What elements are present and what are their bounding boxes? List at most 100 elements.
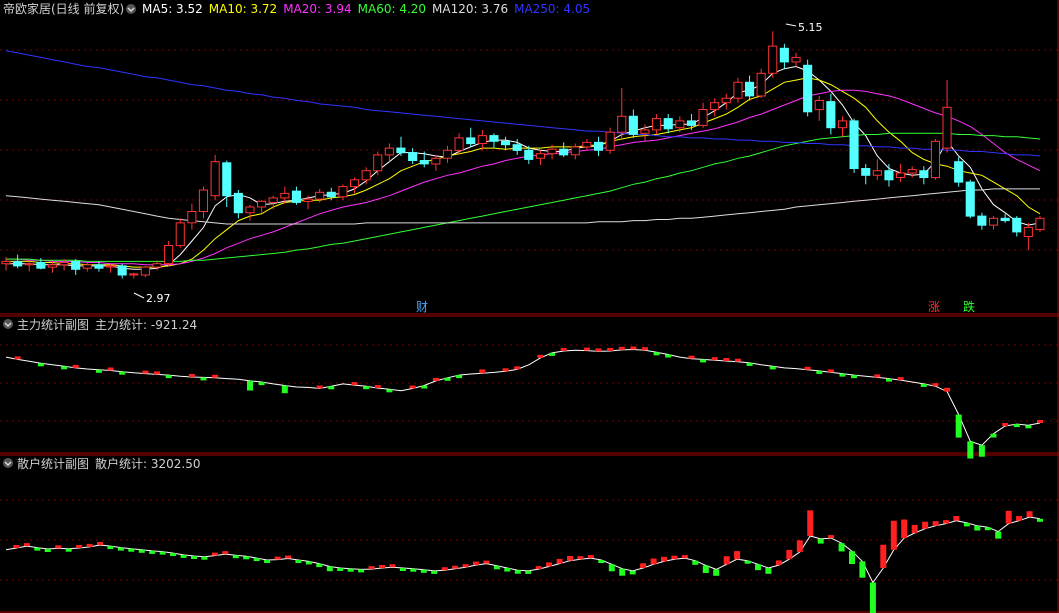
candle[interactable] [954, 157, 964, 187]
candle[interactable] [745, 75, 755, 101]
candle[interactable] [977, 212, 987, 230]
main-force-bar [61, 366, 68, 370]
candle[interactable] [1012, 216, 1022, 237]
candle[interactable] [140, 265, 150, 278]
candle[interactable] [396, 136, 406, 156]
candle[interactable] [373, 151, 383, 176]
candle[interactable] [663, 114, 673, 134]
candle[interactable] [442, 145, 452, 163]
candle[interactable] [965, 179, 975, 219]
candle[interactable] [361, 167, 371, 185]
retail-bar [817, 538, 824, 544]
candle[interactable] [164, 241, 174, 266]
main-force-bar [363, 386, 370, 390]
candle[interactable] [1023, 222, 1033, 251]
candle[interactable] [942, 80, 952, 153]
candle[interactable] [872, 159, 882, 180]
legend-entry: MA20: 3.94 [283, 2, 351, 16]
retail-bar [389, 564, 396, 568]
candle[interactable] [861, 163, 871, 185]
candle[interactable] [919, 166, 929, 185]
candle[interactable] [477, 129, 487, 151]
candle[interactable] [187, 203, 197, 230]
event-marker-fall[interactable]: 跌 [963, 299, 975, 314]
candle[interactable] [686, 114, 697, 130]
retail-bar [462, 564, 469, 568]
retail-bar [285, 555, 291, 559]
sub2-collapse-icon[interactable] [3, 458, 13, 468]
main-force-bar [537, 354, 544, 358]
candle[interactable] [989, 216, 999, 230]
candle[interactable] [710, 98, 720, 117]
retail-bar [671, 555, 678, 560]
candle[interactable] [652, 114, 662, 135]
retail-bar [211, 552, 218, 556]
candle[interactable] [198, 186, 208, 219]
retail-bar [650, 558, 657, 565]
retail-bar [473, 561, 479, 566]
main-panel-collapse-icon[interactable] [126, 4, 136, 14]
candle[interactable] [535, 150, 546, 166]
candle[interactable] [559, 142, 569, 158]
candle[interactable] [570, 143, 580, 160]
retail-bar [170, 553, 177, 557]
main-force-bar [967, 441, 974, 459]
main-force-bar [723, 358, 730, 361]
candle[interactable] [71, 259, 81, 275]
candle[interactable] [210, 154, 220, 201]
candle[interactable] [501, 136, 511, 151]
candle[interactable] [721, 93, 731, 110]
candle[interactable] [930, 139, 941, 180]
candle[interactable] [907, 166, 917, 178]
main-force-bar [978, 445, 985, 457]
candle[interactable] [779, 43, 789, 69]
candle[interactable] [594, 136, 604, 156]
candle[interactable] [884, 163, 894, 187]
candle[interactable] [1035, 216, 1045, 232]
retail-bar [828, 535, 835, 539]
retail-bar [1005, 510, 1012, 524]
candle[interactable] [431, 154, 441, 171]
sub1-collapse-icon[interactable] [3, 319, 13, 329]
event-marker-rise[interactable]: 涨 [928, 299, 940, 314]
main-force-bar [258, 382, 265, 386]
candle[interactable] [698, 102, 708, 128]
candle[interactable] [791, 52, 801, 67]
candle[interactable] [82, 262, 92, 272]
candle[interactable] [129, 272, 139, 279]
candle[interactable] [837, 116, 848, 137]
main-force-bar [560, 348, 567, 351]
retail-bar [159, 551, 166, 555]
main-force-bar [281, 385, 288, 394]
event-marker-finance[interactable]: 财 [416, 300, 428, 314]
candle[interactable] [454, 133, 464, 155]
candle[interactable] [768, 31, 778, 78]
candle[interactable] [466, 127, 476, 147]
candle[interactable] [268, 195, 278, 210]
candle[interactable] [245, 204, 255, 221]
candle[interactable] [13, 254, 23, 269]
candle[interactable] [896, 163, 906, 183]
candle[interactable] [489, 133, 499, 149]
candle[interactable] [338, 184, 348, 201]
candle[interactable] [291, 186, 301, 205]
retail-bar [911, 524, 918, 534]
candle[interactable] [350, 177, 360, 194]
retail-bar [107, 546, 114, 550]
main-force-bar [665, 354, 672, 358]
main-force-bar [769, 366, 776, 370]
candle[interactable] [803, 59, 813, 117]
candle[interactable] [582, 139, 592, 151]
candle[interactable] [59, 259, 69, 271]
retail-bar [953, 516, 960, 521]
candle[interactable] [617, 88, 627, 139]
candle[interactable] [175, 218, 185, 248]
candle[interactable] [233, 190, 243, 219]
candle[interactable] [756, 68, 766, 99]
candle[interactable] [733, 77, 743, 103]
candle[interactable] [628, 109, 638, 138]
candle[interactable] [257, 200, 267, 213]
main-force-bar [642, 347, 648, 351]
candle[interactable] [117, 263, 127, 279]
candle[interactable] [849, 118, 859, 173]
